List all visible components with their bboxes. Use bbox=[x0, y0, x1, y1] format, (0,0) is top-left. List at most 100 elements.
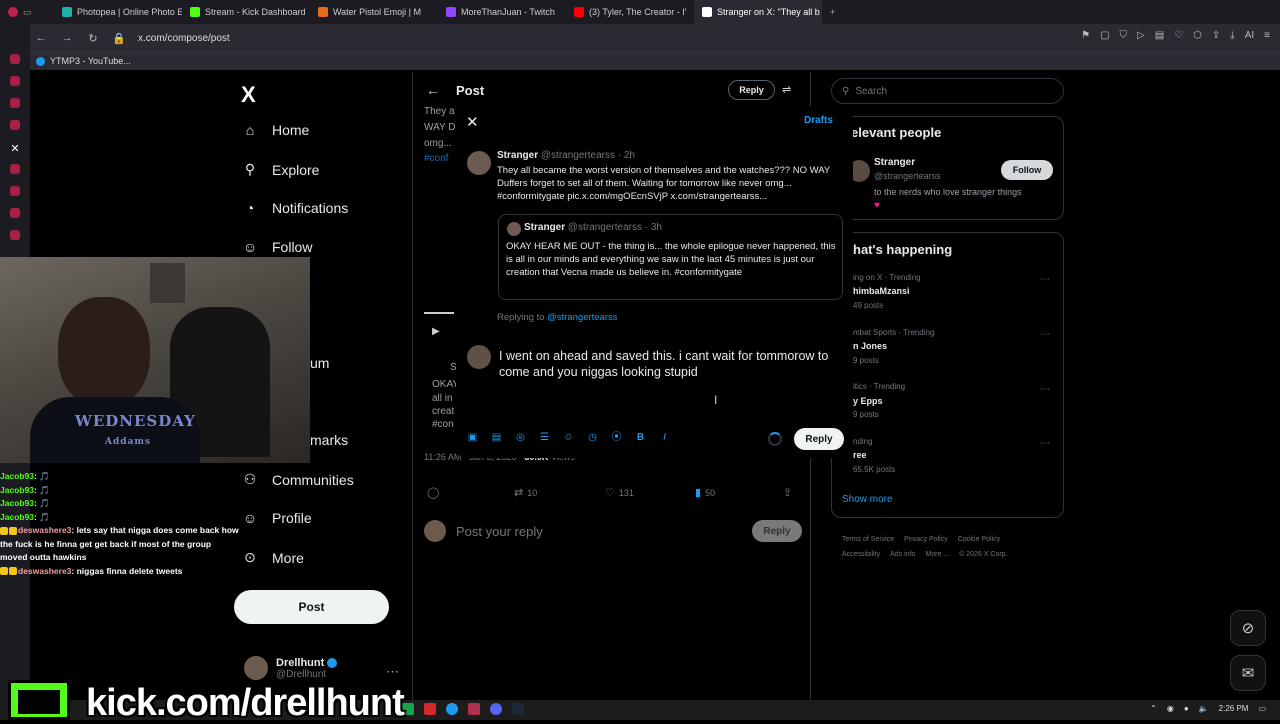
sidebar-app-icon[interactable] bbox=[10, 120, 20, 130]
sidebar-app-icon[interactable] bbox=[10, 54, 20, 64]
steam-icon[interactable] bbox=[512, 703, 524, 715]
play-icon[interactable]: ▷ bbox=[1137, 30, 1145, 41]
chevron-up-icon[interactable]: ⌃ bbox=[1150, 704, 1157, 713]
volume-icon[interactable]: 🔈 bbox=[1199, 704, 1209, 713]
follow-button[interactable]: Follow bbox=[1001, 160, 1053, 180]
trend-more-icon[interactable]: ⋯ bbox=[1040, 438, 1050, 449]
microphone-icon[interactable]: ● bbox=[1184, 704, 1189, 713]
search-input[interactable]: ⚲ Search bbox=[831, 78, 1064, 104]
account-more-icon[interactable]: ⋯ bbox=[386, 664, 399, 680]
bookmark-ytmp3[interactable]: YTMP3 - YouTube... bbox=[36, 56, 131, 66]
sidebar-app-icon[interactable] bbox=[10, 164, 20, 174]
drafts-button[interactable]: Drafts bbox=[804, 115, 833, 126]
back-icon[interactable]: ← bbox=[34, 32, 48, 44]
clock[interactable]: 2:26 PM bbox=[1219, 704, 1249, 713]
notification-icon[interactable]: ▭ bbox=[1258, 704, 1266, 713]
tab-emoji[interactable]: Water Pistol Emoji | M bbox=[310, 0, 438, 24]
emoji-icon[interactable]: ☺ bbox=[562, 431, 575, 444]
tab-overview-icon[interactable]: ▭ bbox=[23, 7, 32, 18]
footer-link[interactable]: Accessibility bbox=[842, 551, 880, 558]
browser-taskbar-icon[interactable] bbox=[468, 703, 480, 715]
nav-explore[interactable]: ⚲ Explore bbox=[242, 161, 320, 178]
trend-item[interactable]: n Jones bbox=[853, 341, 887, 351]
relevant-name[interactable]: Stranger bbox=[874, 157, 915, 168]
url-field[interactable]: x.com/compose/post bbox=[138, 33, 230, 44]
nav-follow[interactable]: ☺ Follow bbox=[242, 239, 313, 255]
schedule-icon[interactable]: ◷ bbox=[586, 431, 599, 444]
footer-link[interactable]: More ... bbox=[925, 551, 949, 558]
discord-icon[interactable] bbox=[490, 703, 502, 715]
gif-icon[interactable]: ▤ bbox=[490, 431, 503, 444]
sidebar-app-icon[interactable] bbox=[10, 98, 20, 108]
tab-youtube[interactable]: (3) Tyler, The Creator - I' bbox=[566, 0, 694, 24]
back-arrow-icon[interactable]: ← bbox=[426, 82, 440, 98]
grok-float-icon[interactable]: ⊘ bbox=[1230, 610, 1266, 646]
repost-action[interactable]: ⇄ 10 bbox=[514, 486, 537, 499]
trend-item[interactable]: himbaMzansi bbox=[853, 286, 910, 296]
taskbar-app-icon[interactable] bbox=[424, 703, 436, 715]
nav-home[interactable]: ⌂ Home bbox=[242, 122, 310, 138]
bold-icon[interactable]: B bbox=[634, 431, 647, 444]
tab-twitch[interactable]: MoreThanJuan - Twitch bbox=[438, 0, 566, 24]
header-reply-button[interactable]: Reply bbox=[728, 80, 775, 100]
trend-more-icon[interactable]: ⋯ bbox=[1040, 274, 1050, 285]
browser-menu[interactable]: ▭ bbox=[0, 0, 54, 24]
shield-icon[interactable]: ⛉ bbox=[1120, 30, 1128, 41]
tab-photopea[interactable]: Photopea | Online Photo E bbox=[54, 0, 182, 24]
extensions-icon[interactable]: ⬡ bbox=[1193, 30, 1202, 41]
trend-item[interactable]: ree bbox=[853, 450, 867, 460]
close-icon[interactable]: ✕ bbox=[466, 113, 479, 131]
tabs-icon[interactable]: ▤ bbox=[1155, 30, 1164, 41]
trend-item[interactable]: y Epps bbox=[853, 396, 883, 406]
edge-icon[interactable] bbox=[446, 703, 458, 715]
screenshot-icon[interactable]: ▢ bbox=[1100, 30, 1109, 41]
tab-kick[interactable]: Stream - Kick Dashboard bbox=[182, 0, 310, 24]
post-button[interactable]: Post bbox=[234, 590, 389, 624]
replying-handle-link[interactable]: @strangertearss bbox=[547, 312, 617, 323]
bookmark-action[interactable]: ▮ 50 bbox=[695, 486, 715, 499]
new-tab-button[interactable]: + bbox=[822, 0, 842, 24]
sidebar-app-icon[interactable] bbox=[10, 76, 20, 86]
download-icon[interactable]: ⤓ bbox=[1230, 30, 1234, 41]
reply-action[interactable]: ◯ bbox=[427, 486, 443, 499]
modal-reply-button[interactable]: Reply bbox=[794, 428, 844, 450]
sidebar-x-icon[interactable]: ✕ bbox=[0, 142, 30, 155]
account-switcher[interactable]: Drellhunt @Drellhunt bbox=[244, 656, 338, 680]
location-icon[interactable]: ⦿ bbox=[610, 431, 623, 444]
sidebar-app-icon[interactable] bbox=[10, 208, 20, 218]
nav-profile[interactable]: ☺ Profile bbox=[242, 510, 312, 526]
poll-icon[interactable]: ☰ bbox=[538, 431, 551, 444]
compose-textarea[interactable]: I went on ahead and saved this. i cant w… bbox=[499, 348, 829, 380]
menu-icon[interactable]: ≡ bbox=[1264, 30, 1270, 41]
trend-more-icon[interactable]: ⋯ bbox=[1040, 384, 1050, 395]
messages-float-icon[interactable]: ✉ bbox=[1230, 655, 1266, 691]
footer-link[interactable]: Terms of Service bbox=[842, 536, 894, 543]
sidebar-app-icon[interactable] bbox=[10, 230, 20, 240]
show-more-link[interactable]: Show more bbox=[842, 494, 893, 505]
play-icon[interactable]: ▶ bbox=[432, 326, 440, 337]
nav-communities[interactable]: ⚇ Communities bbox=[242, 471, 354, 488]
x-logo[interactable]: X bbox=[241, 82, 256, 108]
footer-link[interactable]: Privacy Policy bbox=[904, 536, 948, 543]
sidebar-app-icon[interactable] bbox=[10, 186, 20, 196]
tab-x-active[interactable]: Stranger on X: "They all b bbox=[694, 0, 822, 24]
forward-icon[interactable]: → bbox=[60, 32, 74, 44]
image-icon[interactable]: ▣ bbox=[466, 431, 479, 444]
adjust-icon[interactable]: ⇌ bbox=[782, 83, 791, 96]
trend-more-icon[interactable]: ⋯ bbox=[1040, 329, 1050, 340]
footer-link[interactable]: Cookie Policy bbox=[958, 536, 1000, 543]
heart-icon[interactable]: ♡ bbox=[1174, 30, 1183, 41]
share-icon[interactable]: ⇪ bbox=[1212, 30, 1220, 41]
inline-reply-button[interactable]: Reply bbox=[752, 520, 802, 542]
ai-icon[interactable]: AI bbox=[1245, 30, 1254, 41]
footer-link[interactable]: Ads info bbox=[890, 551, 915, 558]
share-action[interactable]: ⇪ bbox=[783, 486, 792, 499]
nav-notifications[interactable]: ◔ Notifications bbox=[242, 200, 349, 216]
record-icon[interactable]: ◉ bbox=[1167, 704, 1174, 713]
italic-icon[interactable]: I bbox=[658, 431, 671, 444]
nav-more[interactable]: ⊙ More bbox=[242, 549, 304, 566]
grok-icon[interactable]: ◎ bbox=[514, 431, 527, 444]
reload-icon[interactable]: ↻ bbox=[86, 32, 100, 45]
reply-input[interactable]: Post your reply bbox=[456, 524, 742, 539]
like-action[interactable]: ♡ 131 bbox=[605, 486, 634, 499]
